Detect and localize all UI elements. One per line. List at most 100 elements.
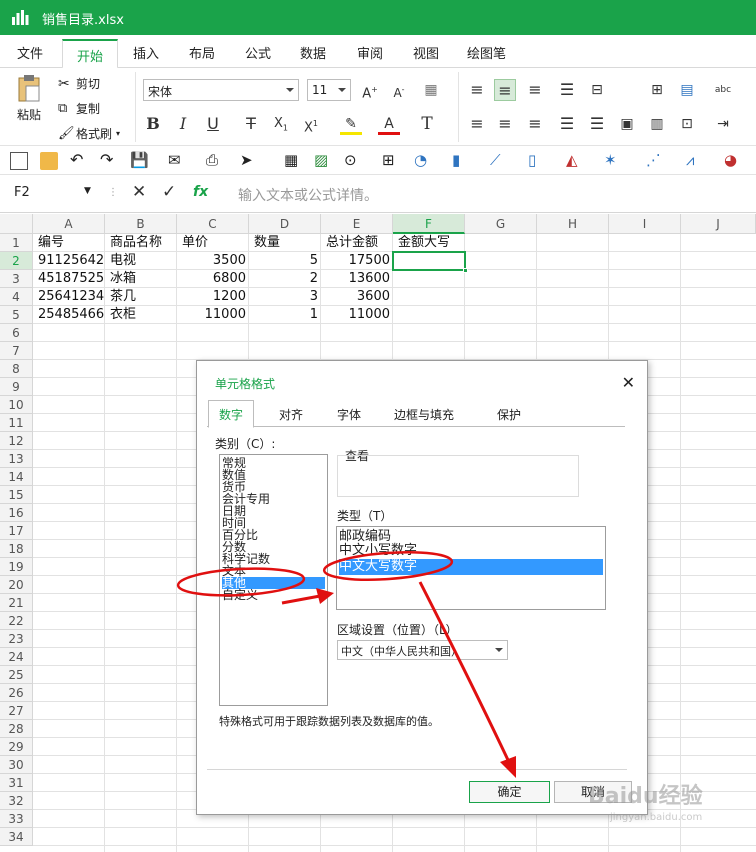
- print-icon[interactable]: ⎙: [206, 152, 224, 170]
- align-right-icon[interactable]: ≡: [524, 113, 546, 135]
- column-header-g[interactable]: G: [465, 214, 537, 234]
- row-header[interactable]: 11: [0, 414, 33, 432]
- wrap-text-icon[interactable]: ☰: [556, 79, 578, 101]
- row-header[interactable]: 9: [0, 378, 33, 396]
- locale-select[interactable]: 中文（中华人民共和国）: [337, 640, 508, 660]
- row-header[interactable]: 22: [0, 612, 33, 630]
- row-header[interactable]: 20: [0, 576, 33, 594]
- radar-chart-icon[interactable]: ✶: [604, 152, 622, 170]
- row-header[interactable]: 26: [0, 684, 33, 702]
- cell-b1[interactable]: 商品名称: [107, 234, 165, 252]
- row-header[interactable]: 14: [0, 468, 33, 486]
- cell-b2[interactable]: 电视: [107, 252, 139, 270]
- strikethrough-icon[interactable]: T: [240, 113, 262, 135]
- row-header[interactable]: 18: [0, 540, 33, 558]
- align-bottom-icon[interactable]: ≡: [524, 79, 546, 101]
- list-item[interactable]: 自定义: [222, 589, 258, 601]
- insert-cells-icon[interactable]: ⊡: [676, 113, 698, 135]
- row-header[interactable]: 5: [0, 306, 33, 324]
- row-header[interactable]: 29: [0, 738, 33, 756]
- line-chart-icon[interactable]: ⟋: [490, 152, 508, 170]
- cell-a2[interactable]: 91125642: [35, 252, 107, 270]
- cell-a1[interactable]: 编号: [35, 234, 67, 252]
- close-icon[interactable]: ✕: [622, 373, 635, 392]
- row-header[interactable]: 34: [0, 828, 33, 846]
- row-header[interactable]: 19: [0, 558, 33, 576]
- align-middle-icon[interactable]: ≡: [494, 79, 516, 101]
- underline-icon[interactable]: U: [202, 113, 224, 135]
- cell-c4[interactable]: 1200: [177, 288, 249, 306]
- highlight-icon[interactable]: ✎: [340, 113, 362, 135]
- active-cell-selection[interactable]: [392, 251, 468, 273]
- menu-insert[interactable]: 插入: [133, 43, 159, 62]
- row-header[interactable]: 33: [0, 810, 33, 828]
- row-header[interactable]: 8: [0, 360, 33, 378]
- bold-icon[interactable]: B: [142, 113, 164, 135]
- list-item[interactable]: 中文小写数字: [339, 544, 417, 558]
- paste-button[interactable]: 粘贴: [12, 74, 46, 136]
- cell-b5[interactable]: 衣柜: [107, 306, 139, 324]
- row-header[interactable]: 15: [0, 486, 33, 504]
- row-header[interactable]: 6: [0, 324, 33, 342]
- column-header-f[interactable]: F: [393, 214, 465, 234]
- tab-border-fill[interactable]: 边框与填充: [384, 401, 464, 427]
- undo-icon[interactable]: ↶: [70, 152, 88, 170]
- function-icon[interactable]: fx: [193, 184, 208, 200]
- list-item[interactable]: 邮政编码: [339, 530, 391, 544]
- category-list[interactable]: 常规 数值 货币 会计专用 日期 时间 百分比 分数 科学记数 文本 其他 自定…: [219, 454, 328, 706]
- cell-f1[interactable]: 金额大写: [395, 234, 453, 252]
- border-icon[interactable]: ▦: [420, 79, 442, 101]
- align-center-icon[interactable]: ≡: [494, 113, 516, 135]
- column-header-h[interactable]: H: [537, 214, 609, 234]
- cell-d3[interactable]: 2: [249, 270, 321, 288]
- tab-protection[interactable]: 保护: [487, 401, 531, 427]
- column-header-c[interactable]: C: [177, 214, 249, 234]
- column-header-j[interactable]: J: [681, 214, 756, 234]
- menu-layout[interactable]: 布局: [189, 43, 215, 62]
- redo-icon[interactable]: ↷: [100, 152, 118, 170]
- cell-d2[interactable]: 5: [249, 252, 321, 270]
- chevron-down-icon[interactable]: ▼: [84, 186, 91, 196]
- cell-e4[interactable]: 3600: [321, 288, 393, 306]
- fill-handle[interactable]: [463, 268, 468, 273]
- cell-c2[interactable]: 3500: [177, 252, 249, 270]
- font-name-select[interactable]: 宋体: [143, 79, 299, 101]
- row-header[interactable]: 10: [0, 396, 33, 414]
- justify-icon[interactable]: ☰: [586, 113, 608, 135]
- area-chart-icon[interactable]: ◭: [566, 152, 584, 170]
- type-list[interactable]: 邮政编码 中文小写数字 中文大写数字: [336, 526, 606, 610]
- row-header[interactable]: 4: [0, 288, 33, 306]
- align-top-icon[interactable]: ≡: [466, 79, 488, 101]
- menu-formulas[interactable]: 公式: [245, 43, 271, 62]
- row-header[interactable]: 30: [0, 756, 33, 774]
- cancel-edit-icon[interactable]: ✕: [132, 182, 146, 202]
- decrease-font-icon[interactable]: A-: [388, 79, 410, 101]
- number-format-icon[interactable]: ▤: [676, 79, 698, 101]
- tab-alignment[interactable]: 对齐: [269, 401, 313, 427]
- chevron-down-icon[interactable]: ▾: [116, 129, 120, 138]
- tab-number[interactable]: 数字: [208, 400, 255, 428]
- orientation-icon[interactable]: ⊟: [586, 79, 608, 101]
- column-header-a[interactable]: A: [33, 214, 105, 234]
- row-header[interactable]: 21: [0, 594, 33, 612]
- cell-e3[interactable]: 13600: [321, 270, 393, 288]
- cell-a3[interactable]: 45187525: [35, 270, 107, 288]
- row-header[interactable]: 32: [0, 792, 33, 810]
- list-item-selected[interactable]: 中文大写数字: [339, 559, 603, 575]
- cell-d5[interactable]: 1: [249, 306, 321, 324]
- font-color-icon[interactable]: A: [378, 113, 400, 135]
- row-header[interactable]: 17: [0, 522, 33, 540]
- bar-chart-icon[interactable]: ▮: [452, 152, 470, 170]
- menu-view[interactable]: 视图: [413, 43, 439, 62]
- cell-d1[interactable]: 数量: [251, 234, 283, 252]
- save-icon[interactable]: 💾: [130, 152, 149, 170]
- fill-icon[interactable]: ▣: [616, 113, 638, 135]
- row-header[interactable]: 12: [0, 432, 33, 450]
- camera-icon[interactable]: ⊙: [344, 152, 362, 170]
- cell-e5[interactable]: 11000: [321, 306, 393, 324]
- row-header[interactable]: 13: [0, 450, 33, 468]
- row-header[interactable]: 28: [0, 720, 33, 738]
- row-header[interactable]: 31: [0, 774, 33, 792]
- ok-button[interactable]: 确定: [469, 781, 550, 803]
- row-header[interactable]: 3: [0, 270, 33, 288]
